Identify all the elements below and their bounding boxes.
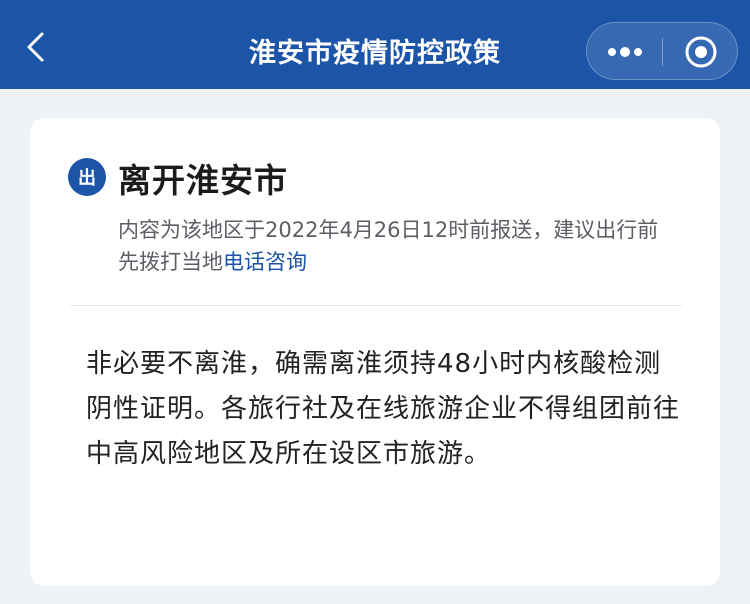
exit-badge: 出	[68, 158, 106, 196]
divider	[70, 305, 682, 306]
policy-card: 出 离开淮安市 内容为该地区于2022年4月26日12时前报送，建议出行前先拨打…	[30, 118, 720, 586]
more-dots-icon	[608, 47, 642, 57]
mini-program-capsule	[586, 22, 738, 80]
target-close-icon	[685, 36, 717, 68]
close-button[interactable]	[663, 23, 739, 81]
report-note: 内容为该地区于2022年4月26日12时前报送，建议出行前先拨打当地电话咨询	[118, 214, 678, 278]
report-note-text: 内容为该地区于2022年4月26日12时前报送，建议出行前先拨打当地	[118, 218, 659, 274]
more-button[interactable]	[587, 23, 663, 81]
navigation-bar: 淮安市疫情防控政策	[0, 0, 750, 89]
section-title: 离开淮安市	[118, 161, 288, 200]
phone-consult-link[interactable]: 电话咨询	[223, 250, 307, 274]
policy-body-text: 非必要不离淮，确需离淮须持48小时内核酸检测阴性证明。各旅行社及在线旅游企业不得…	[86, 349, 681, 469]
